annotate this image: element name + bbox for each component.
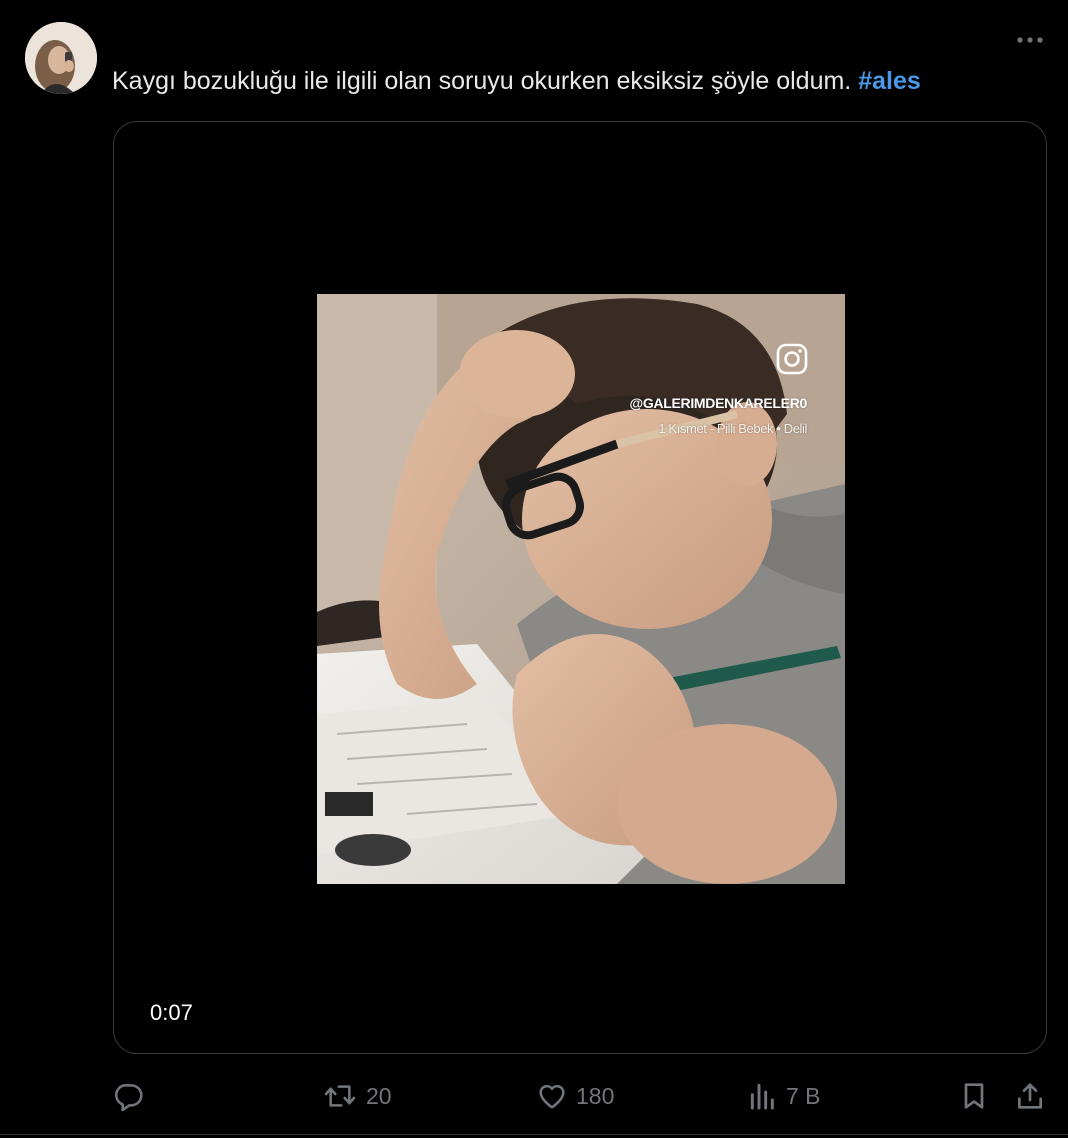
- tweet-body: Kaygı bozukluğu ile ilgili olan soruyu o…: [112, 67, 852, 95]
- retweet-button[interactable]: 20: [322, 1070, 392, 1122]
- video-duration: 0:07: [150, 1000, 193, 1025]
- heart-icon: [539, 1084, 565, 1109]
- like-count: 180: [576, 1082, 615, 1109]
- bookmark-button[interactable]: [958, 1070, 990, 1122]
- author-avatar[interactable]: [25, 22, 97, 94]
- retweet-icon: [324, 1085, 356, 1107]
- bookmark-icon: [964, 1083, 984, 1109]
- share-button[interactable]: [1014, 1070, 1046, 1122]
- instagram-icon: [776, 343, 808, 375]
- views-count: 7 B: [786, 1082, 821, 1109]
- tweet: Kaygı bozukluğu ile ilgili olan soruyu o…: [0, 0, 1068, 1138]
- like-button[interactable]: 180: [536, 1070, 614, 1122]
- retweet-count: 20: [366, 1082, 392, 1109]
- reply-icon: [115, 1084, 143, 1112]
- tweet-text: Kaygı bozukluğu ile ilgili olan soruyu o…: [112, 64, 1042, 98]
- reply-button[interactable]: [112, 1070, 144, 1122]
- overlay-music: 1 Kısmet - Pilli Bebek • Delil: [658, 421, 807, 436]
- video-overlay: @GALERIMDENKARELER0 1 Kısmet - Pilli Beb…: [317, 294, 845, 884]
- video-frame: @GALERIMDENKARELER0 1 Kısmet - Pilli Beb…: [317, 294, 845, 884]
- action-bar: 20 180 7 B: [0, 1070, 1068, 1122]
- video-player[interactable]: @GALERIMDENKARELER0 1 Kısmet - Pilli Beb…: [113, 121, 1047, 1054]
- overlay-handle: @GALERIMDENKARELER0: [629, 395, 807, 411]
- more-options-button[interactable]: [1012, 26, 1048, 54]
- share-icon: [1018, 1083, 1042, 1109]
- views-icon: [750, 1083, 774, 1110]
- views-button[interactable]: 7 B: [748, 1070, 821, 1122]
- hashtag-link[interactable]: #ales: [858, 67, 921, 95]
- more-horizontal-icon: [1017, 37, 1043, 43]
- avatar-image: [25, 22, 97, 94]
- divider: [0, 1134, 1068, 1135]
